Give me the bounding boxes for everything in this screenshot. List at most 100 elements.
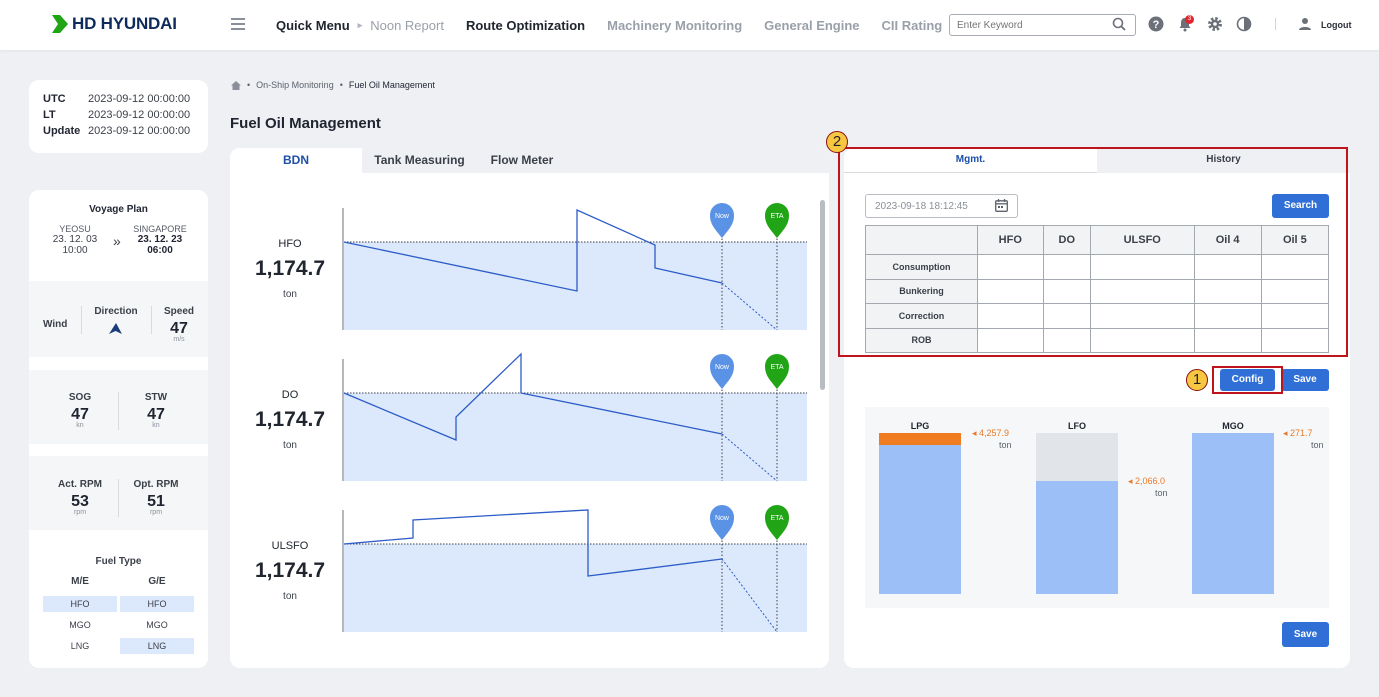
tank-level-charts: Now ETA Now ETA Now ETA <box>342 203 807 633</box>
bottom-save-button[interactable]: Save <box>1282 622 1329 647</box>
wind-section: Wind Direction Speed 47 m/s <box>29 281 208 357</box>
user-icon <box>1299 18 1311 30</box>
annotation-box-1 <box>1212 366 1283 394</box>
notification-badge: 3 <box>1185 15 1194 24</box>
from-time: 10:00 <box>62 245 88 256</box>
tank-do-name: DO <box>281 389 299 401</box>
do-chart: Now ETA <box>342 352 807 482</box>
brand-name: HD HYUNDAI <box>72 14 177 33</box>
from-port: YEOSU 23. 12. 03 10:00 <box>45 224 105 256</box>
voyage-plan-title: Voyage Plan <box>89 204 148 215</box>
bar-lpg-value-text: 4,257.9 <box>979 428 1010 438</box>
hfo-chart-area <box>344 242 807 330</box>
hfo-chart: Now ETA <box>342 203 807 331</box>
page-title: Fuel Oil Management <box>230 115 381 132</box>
to-port: SINGAPORE 23. 12. 23 06:00 <box>130 224 190 256</box>
bar-lpg-unit: ton <box>999 440 1012 450</box>
eta-marker-icon <box>765 505 789 540</box>
to-port-name: SINGAPORE <box>133 224 187 234</box>
bar-lfo-fill <box>1036 481 1118 594</box>
bar-mgo-label: MGO <box>1222 421 1244 431</box>
to-date: 23. 12. 23 <box>137 234 183 245</box>
tab-tank-measuring[interactable]: Tank Measuring <box>362 148 477 173</box>
logo[interactable]: HD HYUNDAI <box>52 14 177 34</box>
bar-mgo-unit: ton <box>1311 440 1324 450</box>
me-fuel-hfo[interactable]: HFO <box>43 596 117 612</box>
now-marker-icon <box>710 505 734 540</box>
eta-marker-icon <box>765 354 789 389</box>
ge-fuel-hfo[interactable]: HFO <box>120 596 194 612</box>
bar-lpg-fill <box>879 441 961 594</box>
opt-rpm-label: Opt. RPM <box>133 479 179 490</box>
ulsfo-eta-label: ETA <box>770 515 783 522</box>
wind-direction-arrow-icon <box>109 323 122 334</box>
sog-divider <box>118 392 119 430</box>
me-fuel-mgo[interactable]: MGO <box>43 617 117 633</box>
bar-lfo-unit: ton <box>1155 488 1168 498</box>
sog-label: SOG <box>68 392 92 403</box>
logout-link[interactable]: Logout <box>1321 20 1352 30</box>
help-icon[interactable]: ? <box>1148 16 1164 32</box>
ge-fuel-mgo[interactable]: MGO <box>120 617 194 633</box>
time-card: UTC 2023-09-12 00:00:00 LT 2023-09-12 00:0… <box>29 80 208 153</box>
nav-noon-report[interactable]: Noon Report <box>370 18 444 33</box>
bar-mgo-value-text: 271.7 <box>1290 428 1313 438</box>
hamburger-menu-icon[interactable] <box>231 18 245 30</box>
hd-hyundai-logo-icon <box>52 15 68 33</box>
tab-flow-meter[interactable]: Flow Meter <box>477 148 567 173</box>
home-icon[interactable] <box>231 80 241 90</box>
tank-hfo-name: HFO <box>278 238 302 250</box>
annotation-marker-2: 2 <box>826 131 848 153</box>
breadcrumb-sep-1: • <box>247 80 251 90</box>
from-date: 23. 12. 03 <box>52 234 98 245</box>
tank-do-value: 1,174.7 <box>254 408 326 431</box>
utc-label: UTC <box>43 93 66 105</box>
tank-do-unit: ton <box>283 440 297 451</box>
search-input[interactable] <box>949 14 1136 36</box>
annotation-marker-1: 1 <box>1186 369 1208 391</box>
sog-unit: kn <box>76 422 84 429</box>
tab-bdn[interactable]: BDN <box>230 148 362 173</box>
ge-fuel-lng[interactable]: LNG <box>120 638 194 654</box>
me-fuel-lng[interactable]: LNG <box>43 638 117 654</box>
chart-scrollbar[interactable] <box>820 200 825 390</box>
tank-chart-panel: BDN Tank Measuring Flow Meter HFO 1,174.… <box>230 148 829 668</box>
update-value: 2023-09-12 00:00:00 <box>88 125 191 137</box>
to-time: 06:00 <box>147 245 173 256</box>
speed-section: SOG 47 kn STW 47 kn <box>29 370 208 444</box>
nav-dot-icon: ▸ <box>357 19 363 30</box>
nav-cii-rating[interactable]: CII Rating <box>882 18 943 33</box>
opt-rpm-unit: rpm <box>149 509 163 516</box>
hfo-now-label: Now <box>715 213 730 220</box>
annotation-box-2 <box>838 147 1348 357</box>
theme-toggle-icon[interactable] <box>1236 16 1252 32</box>
search-icon[interactable] <box>1112 17 1126 31</box>
bar-lpg-value: ◂ 4,257.9 <box>972 428 1010 438</box>
eta-marker-icon <box>765 203 789 238</box>
speed-divider <box>151 306 152 334</box>
bar-lfo-value-text: 2,066.0 <box>1135 476 1166 486</box>
save-button[interactable]: Save <box>1281 369 1329 391</box>
nav-machinery-monitoring[interactable]: Machinery Monitoring <box>607 18 742 33</box>
main-nav: Quick Menu ▸ Noon Report Route Optimizat… <box>276 17 978 33</box>
nav-route-optimization[interactable]: Route Optimization <box>466 18 585 33</box>
nav-general-engine[interactable]: General Engine <box>764 18 859 33</box>
breadcrumb-level1[interactable]: On-Ship Monitoring <box>256 80 334 90</box>
update-label: Update <box>43 125 81 137</box>
bar-mgo-value: ◂ 271.7 <box>1283 428 1313 438</box>
lt-label: LT <box>43 109 56 121</box>
gear-icon[interactable] <box>1207 16 1223 32</box>
bar-lpg-label: LPG <box>910 421 930 431</box>
utc-value: 2023-09-12 00:00:00 <box>88 93 191 105</box>
ulsfo-chart: Now ETA <box>342 505 807 633</box>
bar-mgo-track <box>1192 433 1274 594</box>
lt-value: 2023-09-12 00:00:00 <box>88 109 191 121</box>
tank-ulsfo-value: 1,174.7 <box>254 559 326 582</box>
top-bar: HD HYUNDAI Quick Menu ▸ Noon Report Rout… <box>0 0 1379 50</box>
breadcrumb-level2: Fuel Oil Management <box>348 80 435 90</box>
bar-lpg-top-fill <box>879 433 961 445</box>
breadcrumb: • On-Ship Monitoring • Fuel Oil Manageme… <box>231 80 435 90</box>
hfo-eta-label: ETA <box>770 213 783 220</box>
nav-quick-menu[interactable]: Quick Menu <box>276 18 350 33</box>
rpm-section: Act. RPM 53 rpm Opt. RPM 51 rpm <box>29 456 208 530</box>
